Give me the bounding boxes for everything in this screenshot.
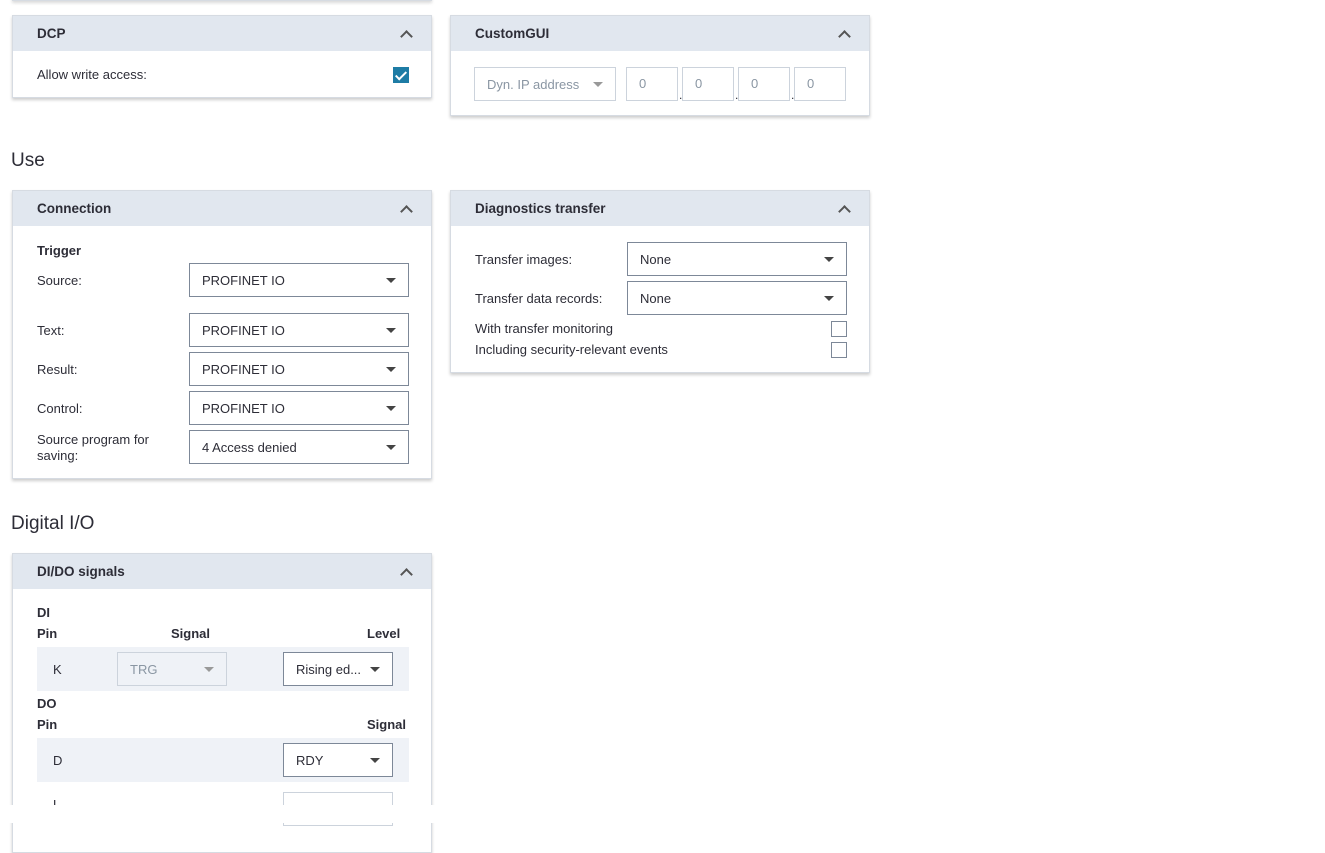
pin-column-header: Pin xyxy=(37,717,58,732)
dido-header[interactable]: DI/DO signals xyxy=(13,554,431,589)
ip-octet-4[interactable]: 0 xyxy=(794,67,846,101)
chevron-up-icon[interactable] xyxy=(400,29,413,43)
card-title: CustomGUI xyxy=(475,26,550,41)
chevron-up-icon[interactable] xyxy=(400,567,413,581)
card-title: DI/DO signals xyxy=(37,564,125,579)
text-dropdown[interactable]: PROFINET IO xyxy=(189,313,409,347)
monitoring-label: With transfer monitoring xyxy=(475,321,613,336)
caret-down-icon xyxy=(204,667,214,672)
do-signal-dropdown[interactable]: RDY xyxy=(283,743,393,777)
result-value: PROFINET IO xyxy=(202,361,285,377)
allow-write-checkbox[interactable] xyxy=(393,67,409,83)
pin-value: D xyxy=(53,753,63,768)
dcp-header[interactable]: DCP xyxy=(13,16,431,51)
transfer-images-dropdown[interactable]: None xyxy=(627,242,847,276)
source-program-value: 4 Access denied xyxy=(202,439,297,455)
signal-column-header: Signal xyxy=(367,717,407,732)
transfer-images-label: Transfer images: xyxy=(475,252,573,267)
transfer-images-value: None xyxy=(640,251,672,267)
section-heading-digital-io: Digital I/O xyxy=(11,513,95,534)
section-heading-use: Use xyxy=(11,150,45,171)
do-label: DO xyxy=(37,696,57,711)
ip-mode-value: Dyn. IP address xyxy=(487,76,580,92)
card-title: Connection xyxy=(37,201,112,216)
di-row: K TRG Rising ed... xyxy=(37,647,409,691)
customgui-header[interactable]: CustomGUI xyxy=(451,16,869,51)
dcp-card: DCP Allow write access: xyxy=(12,15,432,98)
source-label: Source: xyxy=(37,273,82,288)
viewport-clip xyxy=(0,805,1325,823)
source-value: PROFINET IO xyxy=(202,272,285,288)
card-title: DCP xyxy=(37,26,66,41)
customgui-card: CustomGUI Dyn. IP address 0. 0. 0. 0 xyxy=(450,15,870,116)
caret-down-icon xyxy=(386,328,396,333)
di-signal-dropdown[interactable]: TRG xyxy=(117,652,227,686)
card-title: Diagnostics transfer xyxy=(475,201,606,216)
allow-write-label: Allow write access: xyxy=(37,67,147,82)
diagnostics-header[interactable]: Diagnostics transfer xyxy=(451,191,869,226)
control-value: PROFINET IO xyxy=(202,400,285,416)
chevron-up-icon[interactable] xyxy=(838,29,851,43)
caret-down-icon xyxy=(386,367,396,372)
caret-down-icon xyxy=(824,257,834,262)
di-level-value: Rising ed... xyxy=(296,661,362,677)
transfer-records-dropdown[interactable]: None xyxy=(627,281,847,315)
pin-value: K xyxy=(53,662,62,677)
source-program-dropdown[interactable]: 4 Access denied xyxy=(189,430,409,464)
transfer-records-value: None xyxy=(640,290,672,306)
caret-down-icon xyxy=(386,278,396,283)
result-dropdown[interactable]: PROFINET IO xyxy=(189,352,409,386)
ip-octet-3[interactable]: 0 xyxy=(738,67,790,101)
caret-down-icon xyxy=(824,296,834,301)
do-signal-value: RDY xyxy=(296,752,324,768)
chevron-up-icon[interactable] xyxy=(838,204,851,218)
security-checkbox[interactable] xyxy=(831,342,847,358)
ip-mode-dropdown[interactable]: Dyn. IP address xyxy=(474,67,616,101)
di-label: DI xyxy=(37,605,50,620)
diagnostics-card: Diagnostics transfer Transfer images: No… xyxy=(450,190,870,373)
control-label: Control: xyxy=(37,401,83,416)
pin-column-header: Pin xyxy=(37,626,58,641)
trigger-label: Trigger xyxy=(37,243,82,258)
caret-down-icon xyxy=(370,667,380,672)
transfer-records-label: Transfer data records: xyxy=(475,291,603,306)
ip-octet-2[interactable]: 0 xyxy=(682,67,734,101)
caret-down-icon xyxy=(593,82,603,87)
chevron-up-icon[interactable] xyxy=(400,204,413,218)
text-value: PROFINET IO xyxy=(202,322,285,338)
previous-card-bottom xyxy=(12,0,432,1)
caret-down-icon xyxy=(386,445,396,450)
ip-octet-1[interactable]: 0 xyxy=(626,67,678,101)
connection-card: Connection Trigger Source: PROFINET IO T… xyxy=(12,190,432,479)
source-dropdown[interactable]: PROFINET IO xyxy=(189,263,409,297)
result-label: Result: xyxy=(37,362,78,377)
level-column-header: Level xyxy=(367,626,401,641)
caret-down-icon xyxy=(370,758,380,763)
source-program-label: Source program for saving: xyxy=(37,432,149,463)
control-dropdown[interactable]: PROFINET IO xyxy=(189,391,409,425)
di-level-dropdown[interactable]: Rising ed... xyxy=(283,652,393,686)
text-label: Text: xyxy=(37,323,65,338)
caret-down-icon xyxy=(386,406,396,411)
security-label: Including security-relevant events xyxy=(475,342,668,357)
di-signal-value: TRG xyxy=(130,661,158,677)
do-row: D RDY xyxy=(37,738,409,782)
signal-column-header: Signal xyxy=(171,626,211,641)
monitoring-checkbox[interactable] xyxy=(831,321,847,337)
connection-header[interactable]: Connection xyxy=(13,191,431,226)
